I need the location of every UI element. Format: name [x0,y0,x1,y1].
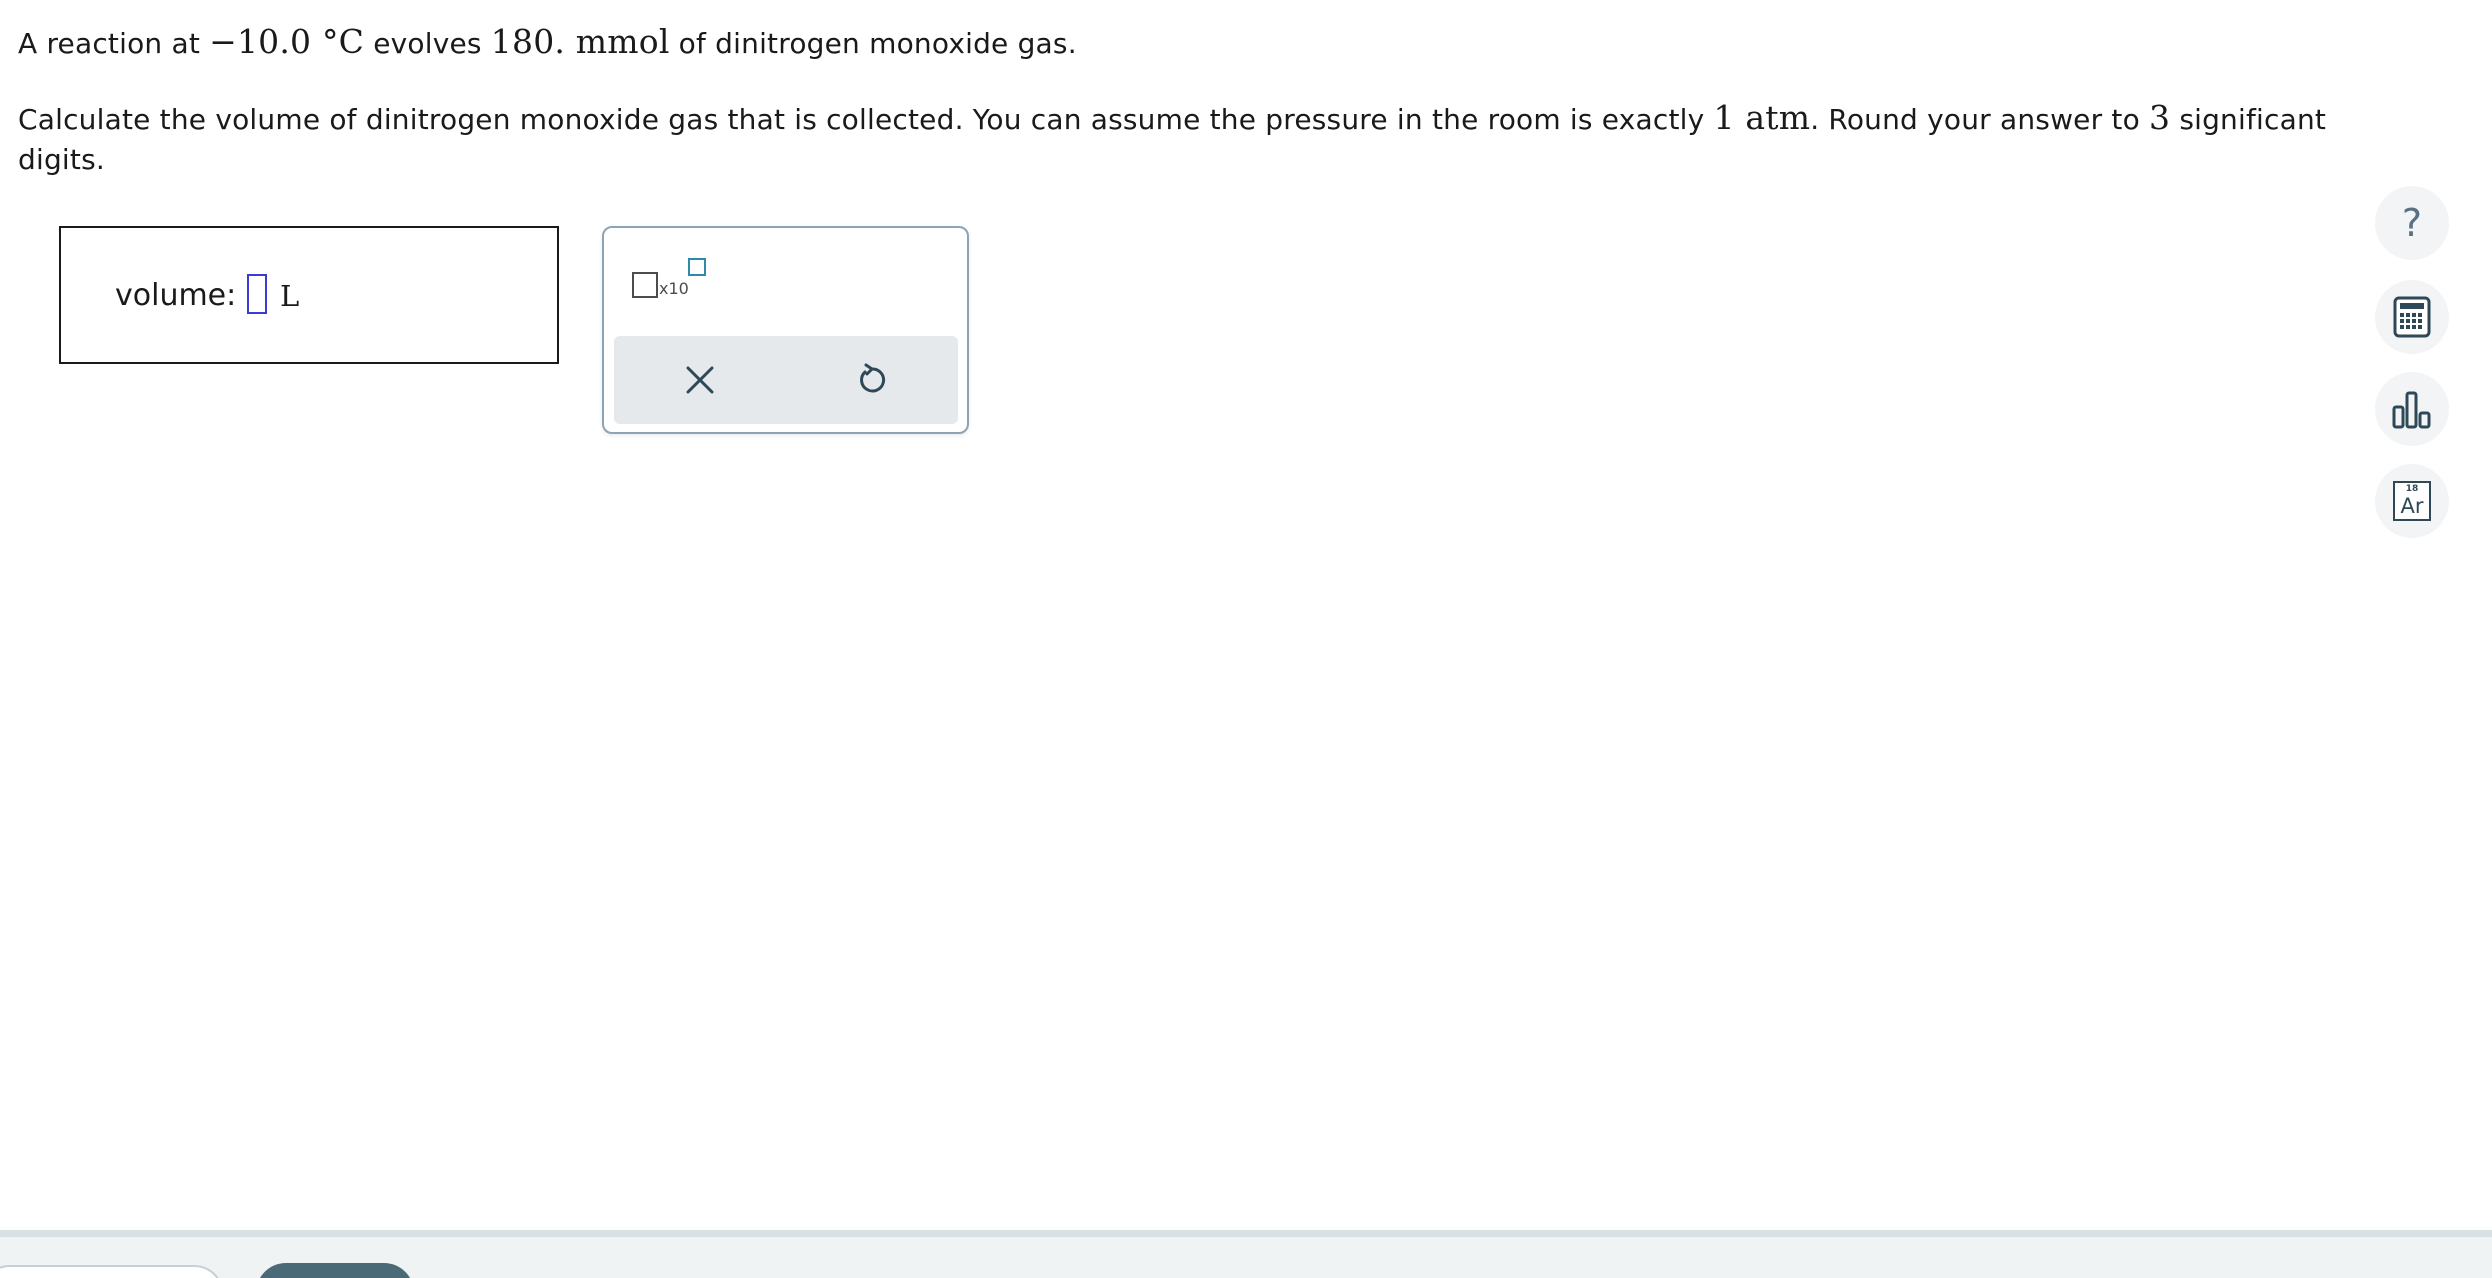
base-placeholder-box [632,272,658,298]
volume-input[interactable] [247,274,267,314]
calculator-button[interactable] [2375,280,2449,354]
primary-button[interactable] [256,1263,414,1278]
bottom-bar [0,1230,2492,1278]
undo-button[interactable] [786,336,958,424]
answer-box: volume: L [59,226,559,364]
question-text: of dinitrogen monoxide gas. [669,27,1077,60]
amount-unit: mmol [565,22,670,61]
temperature-unit: °C [311,22,365,61]
x10-label: x10 [659,279,689,298]
bar-chart-icon [2392,391,2431,429]
element-symbol: Ar [2400,494,2424,518]
sig-figs-value: 3 [2149,98,2171,137]
pressure-unit: atm [1734,98,1811,137]
data-button[interactable] [2375,372,2449,446]
x-icon [686,366,714,394]
calculator-icon [2393,296,2431,338]
keypad-actions [614,336,958,424]
amount-value: 180. [490,22,566,61]
exponent-placeholder-box [688,258,706,276]
question-text: . Round your answer to [1810,103,2150,136]
question-text: Calculate the volume of dinitrogen monox… [18,103,1714,136]
pressure-value: 1 [1713,98,1735,137]
volume-unit: L [280,279,300,313]
periodic-table-icon: 18 Ar [2393,481,2431,521]
help-button[interactable]: ? [2375,186,2449,260]
temperature-value: −10.0 [209,22,312,61]
scientific-notation-button[interactable]: x10 [632,258,706,308]
question-line-1: A reaction at −10.0 °C evolves 180. mmol… [18,22,2338,64]
undo-icon [860,363,886,393]
question-line-2: Calculate the volume of dinitrogen monox… [18,98,2338,180]
clear-button[interactable] [614,336,786,424]
answer-keypad: x10 [602,226,969,434]
secondary-button[interactable] [0,1265,224,1278]
volume-label: volume: [115,278,237,313]
periodic-table-button[interactable]: 18 Ar [2375,464,2449,538]
question-text: evolves [364,27,491,60]
question-mark-icon: ? [2401,201,2423,245]
element-number: 18 [2405,484,2419,494]
question-text: A reaction at [18,27,210,60]
